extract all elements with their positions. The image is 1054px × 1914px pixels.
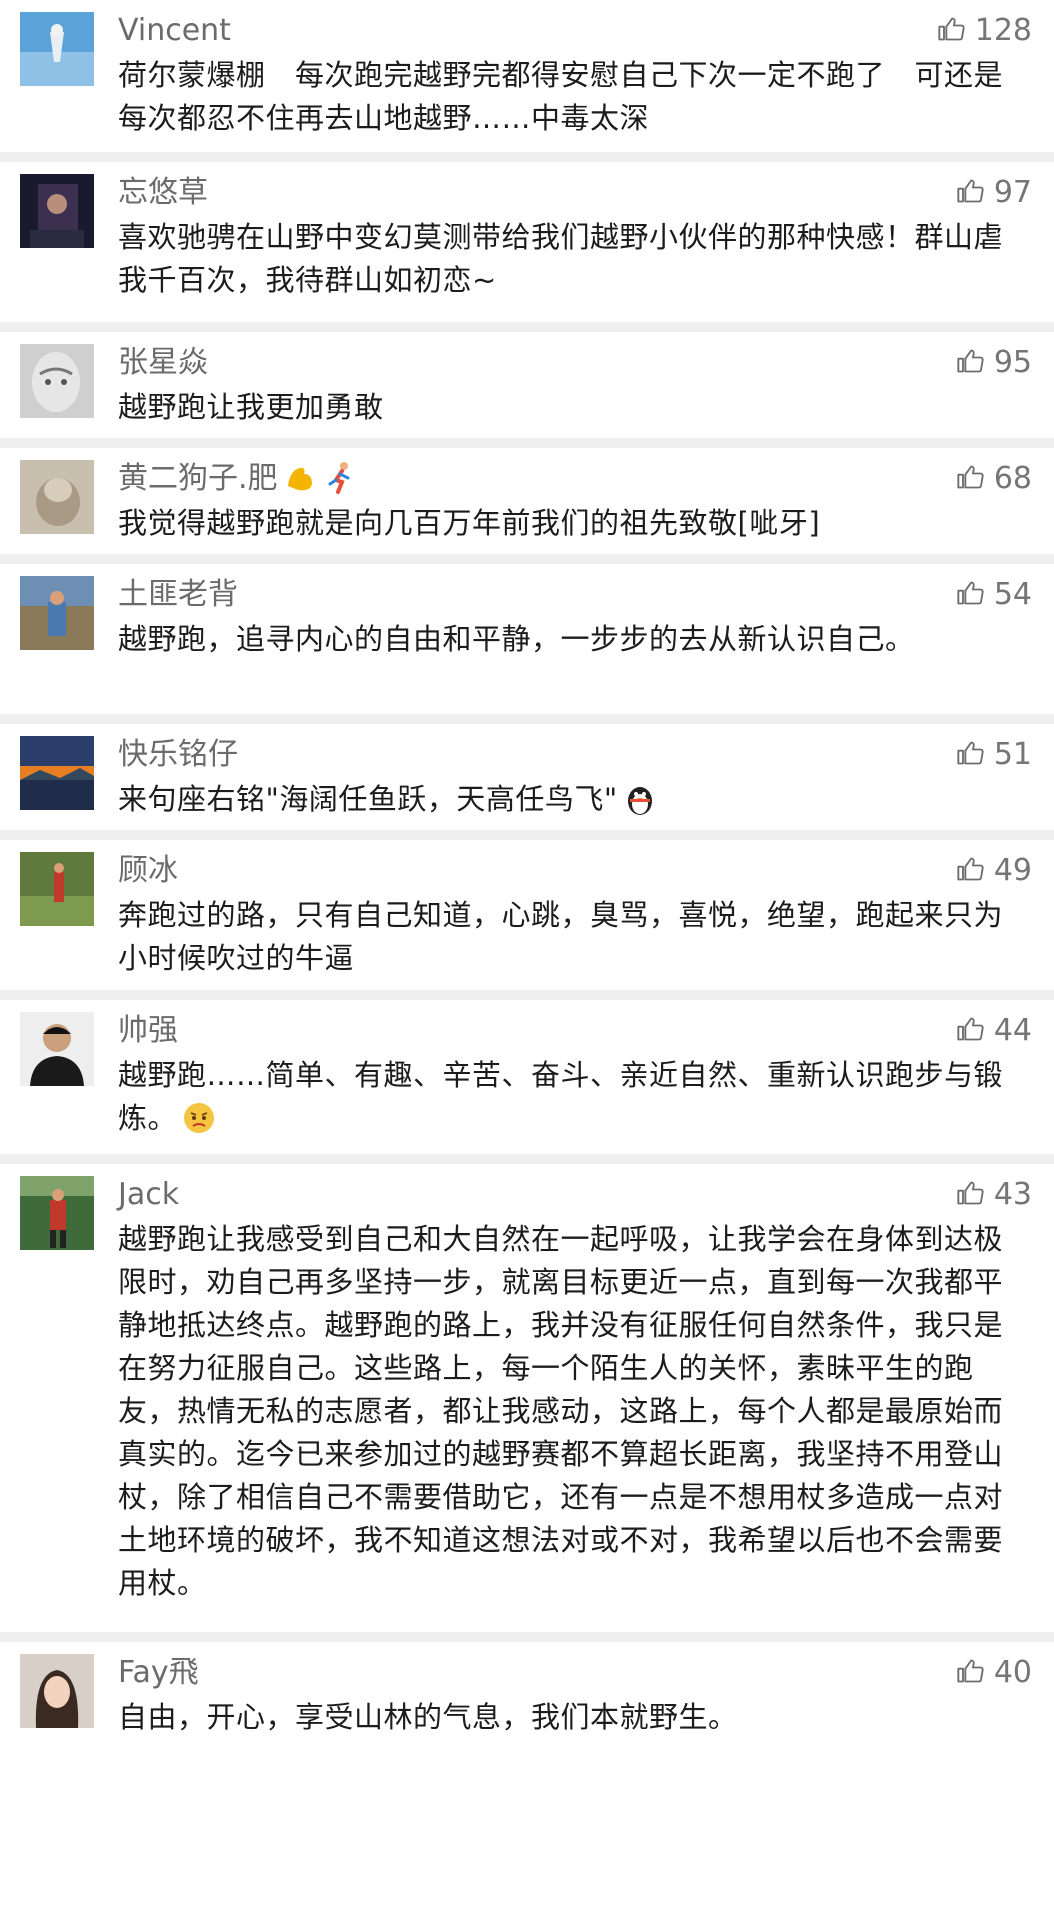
comment-item: Vincent 128 荷尔蒙爆棚 每次跑完越野完都得安慰自己下次一定不跑了 可… bbox=[0, 0, 1054, 162]
comment-author[interactable]: 顾冰 bbox=[118, 840, 1030, 892]
comment-item: 土匪老背 54 越野跑，追寻内心的自由和平静，一步步的去从新认识自己。 bbox=[0, 564, 1054, 724]
like-button[interactable]: 95 bbox=[956, 342, 1032, 384]
comment-text: 我觉得越野跑就是向几百万年前我们的祖先致敬[呲牙] bbox=[118, 506, 821, 540]
comment-list: Vincent 128 荷尔蒙爆棚 每次跑完越野完都得安慰自己下次一定不跑了 可… bbox=[0, 0, 1054, 1756]
avatar[interactable] bbox=[20, 736, 94, 810]
like-count: 49 bbox=[993, 853, 1032, 888]
avatar[interactable] bbox=[20, 460, 94, 534]
avatar[interactable] bbox=[20, 1654, 94, 1728]
comment-author[interactable]: 黄二狗子.肥 bbox=[118, 448, 1030, 500]
thumbs-up-icon bbox=[957, 857, 984, 881]
comment-author[interactable]: Vincent bbox=[118, 0, 1030, 52]
like-button[interactable]: 128 bbox=[937, 10, 1032, 52]
penguin-emoji bbox=[622, 781, 658, 817]
avatar[interactable] bbox=[20, 852, 94, 926]
flexed-biceps-emoji bbox=[282, 460, 318, 496]
like-button[interactable]: 49 bbox=[956, 850, 1032, 892]
comment-author[interactable]: 快乐铭仔 bbox=[118, 724, 1030, 776]
comment-author[interactable]: 帅强 bbox=[118, 1000, 1030, 1052]
comment-item: 黄二狗子.肥 68 我觉得越野跑就是向几百万年前我们的祖先致敬[呲牙] bbox=[0, 448, 1054, 564]
comment-item: 帅强 44 越野跑……简单、有趣、辛苦、奋斗、亲近自然、重新认识跑步与锻炼。 bbox=[0, 1000, 1054, 1164]
like-button[interactable]: 44 bbox=[956, 1010, 1032, 1052]
avatar[interactable] bbox=[20, 344, 94, 418]
comment-text: 越野跑让我感受到自己和大自然在一起呼吸，让我学会在身体到达极限时，劝自己再多坚持… bbox=[118, 1222, 1004, 1600]
like-count: 44 bbox=[993, 1013, 1032, 1048]
thinking-face-emoji bbox=[181, 1100, 217, 1136]
comment-text: 越野跑让我更加勇敢 bbox=[118, 390, 384, 424]
like-button[interactable]: 51 bbox=[956, 734, 1032, 776]
comment-text: 自由，开心，享受山林的气息，我们本就野生。 bbox=[118, 1700, 738, 1734]
thumbs-up-icon bbox=[938, 17, 965, 41]
like-count: 68 bbox=[993, 461, 1032, 496]
avatar[interactable] bbox=[20, 1176, 94, 1250]
like-button[interactable]: 97 bbox=[956, 172, 1032, 214]
thumbs-up-icon bbox=[957, 349, 984, 373]
comment-author[interactable]: Jack bbox=[118, 1164, 1030, 1216]
like-button[interactable]: 40 bbox=[956, 1652, 1032, 1694]
comment-text: 越野跑……简单、有趣、辛苦、奋斗、亲近自然、重新认识跑步与锻炼。 bbox=[118, 1052, 1030, 1150]
avatar[interactable] bbox=[20, 174, 94, 248]
like-button[interactable]: 43 bbox=[956, 1174, 1032, 1216]
thumbs-up-icon bbox=[957, 465, 984, 489]
like-button[interactable]: 54 bbox=[956, 574, 1032, 616]
comment-item: Jack 43 越野跑让我感受到自己和大自然在一起呼吸，让我学会在身体到达极限时… bbox=[0, 1164, 1054, 1642]
comment-item: 忘悠草 97 喜欢驰骋在山野中变幻莫测带给我们越野小伙伴的那种快感！群山虐我千百… bbox=[0, 162, 1054, 332]
comment-author[interactable]: 忘悠草 bbox=[118, 162, 1030, 214]
like-button[interactable]: 68 bbox=[956, 458, 1032, 500]
comment-item: 快乐铭仔 51 来句座右铭"海阔任鱼跃，天高任鸟飞" bbox=[0, 724, 1054, 840]
comment-text-body: 来句座右铭"海阔任鱼跃，天高任鸟飞" bbox=[118, 782, 618, 816]
like-count: 40 bbox=[993, 1655, 1032, 1690]
avatar[interactable] bbox=[20, 12, 94, 86]
like-count: 54 bbox=[993, 577, 1032, 612]
comment-text-body: 越野跑……简单、有趣、辛苦、奋斗、亲近自然、重新认识跑步与锻炼。 bbox=[118, 1058, 1004, 1135]
runner-emoji bbox=[322, 460, 358, 496]
like-count: 128 bbox=[974, 13, 1032, 48]
thumbs-up-icon bbox=[957, 1659, 984, 1683]
comment-text: 来句座右铭"海阔任鱼跃，天高任鸟飞" bbox=[118, 776, 1030, 831]
thumbs-up-icon bbox=[957, 741, 984, 765]
comment-author[interactable]: 张星焱 bbox=[118, 332, 1030, 384]
like-count: 95 bbox=[993, 345, 1032, 380]
comment-item: Fay飛 40 自由，开心，享受山林的气息，我们本就野生。 bbox=[0, 1642, 1054, 1756]
comment-author[interactable]: 土匪老背 bbox=[118, 564, 1030, 616]
like-count: 51 bbox=[993, 737, 1032, 772]
like-count: 43 bbox=[993, 1177, 1032, 1212]
avatar[interactable] bbox=[20, 1012, 94, 1086]
thumbs-up-icon bbox=[957, 179, 984, 203]
comment-item: 张星焱 95 越野跑让我更加勇敢 bbox=[0, 332, 1054, 448]
author-name: 黄二狗子.肥 bbox=[118, 461, 278, 496]
like-count: 97 bbox=[993, 175, 1032, 210]
comment-text: 喜欢驰骋在山野中变幻莫测带给我们越野小伙伴的那种快感！群山虐我千百次，我待群山如… bbox=[118, 220, 1004, 297]
comment-author[interactable]: Fay飛 bbox=[118, 1642, 1030, 1694]
comment-text: 荷尔蒙爆棚 每次跑完越野完都得安慰自己下次一定不跑了 可还是每次都忍不住再去山地… bbox=[118, 58, 1004, 135]
thumbs-up-icon bbox=[957, 1017, 984, 1041]
avatar[interactable] bbox=[20, 576, 94, 650]
comment-item: 顾冰 49 奔跑过的路，只有自己知道，心跳，臭骂，喜悦，绝望，跑起来只为小时候吹… bbox=[0, 840, 1054, 1000]
thumbs-up-icon bbox=[957, 1181, 984, 1205]
thumbs-up-icon bbox=[957, 581, 984, 605]
comment-text: 越野跑，追寻内心的自由和平静，一步步的去从新认识自己。 bbox=[118, 622, 915, 656]
comment-text: 奔跑过的路，只有自己知道，心跳，臭骂，喜悦，绝望，跑起来只为小时候吹过的牛逼 bbox=[118, 898, 1004, 975]
